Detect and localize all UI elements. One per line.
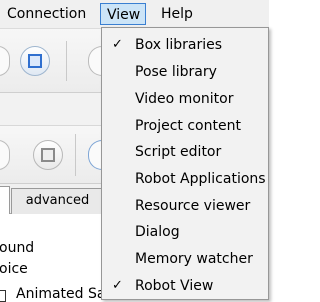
menu-item-label: Pose library xyxy=(135,64,217,80)
view-menu-dropdown: ✓ Box libraries Pose library Video monit… xyxy=(101,27,269,300)
stop-icon xyxy=(41,148,55,162)
menu-item-dialog[interactable]: Dialog xyxy=(102,219,268,245)
checkmark-icon: ✓ xyxy=(112,278,123,293)
menu-item-robot-view[interactable]: ✓ Robot View xyxy=(102,273,268,299)
menu-item-box-libraries[interactable]: ✓ Box libraries xyxy=(102,32,268,58)
toolbar-button-partial[interactable] xyxy=(88,140,102,170)
menu-item-video-monitor[interactable]: Video monitor xyxy=(102,86,268,112)
menu-item-project-content[interactable]: Project content xyxy=(102,113,268,139)
toolbar-separator xyxy=(75,134,76,176)
menu-item-robot-applications[interactable]: Robot Applications xyxy=(102,166,268,192)
menu-view[interactable]: View xyxy=(100,3,146,25)
menu-help[interactable]: Help xyxy=(155,3,199,25)
menu-item-memory-watcher[interactable]: Memory watcher xyxy=(102,246,268,272)
menu-item-label: Box libraries xyxy=(135,37,223,53)
menu-item-label: Resource viewer xyxy=(135,198,251,214)
content-text: ound xyxy=(0,240,35,256)
menu-item-label: Robot View xyxy=(135,278,214,294)
content-text: oice xyxy=(0,261,28,277)
menu-bar: Connection View Help xyxy=(0,0,269,29)
toolbar-separator xyxy=(66,41,67,81)
toolbar-button-partial[interactable] xyxy=(0,46,10,76)
stop-button-disabled[interactable] xyxy=(33,140,63,170)
stop-icon xyxy=(28,54,42,68)
toolbar-button-partial[interactable] xyxy=(88,46,102,76)
toolbar-button-partial[interactable] xyxy=(0,140,10,170)
checkmark-icon: ✓ xyxy=(112,37,123,52)
tab-advanced[interactable]: advanced xyxy=(11,188,104,214)
menu-item-label: Video monitor xyxy=(135,91,234,107)
menu-item-label: Dialog xyxy=(135,224,180,240)
menu-item-label: Project content xyxy=(135,118,241,134)
checkbox[interactable] xyxy=(0,290,6,302)
tab-partial[interactable] xyxy=(0,186,10,214)
menu-item-pose-library[interactable]: Pose library xyxy=(102,59,268,85)
menu-item-label: Memory watcher xyxy=(135,251,253,267)
menu-connection[interactable]: Connection xyxy=(1,3,92,25)
menu-item-label: Robot Applications xyxy=(135,171,266,187)
menu-item-script-editor[interactable]: Script editor xyxy=(102,139,268,165)
stop-button[interactable] xyxy=(20,46,50,76)
menu-item-resource-viewer[interactable]: Resource viewer xyxy=(102,193,268,219)
menu-item-label: Script editor xyxy=(135,144,222,160)
